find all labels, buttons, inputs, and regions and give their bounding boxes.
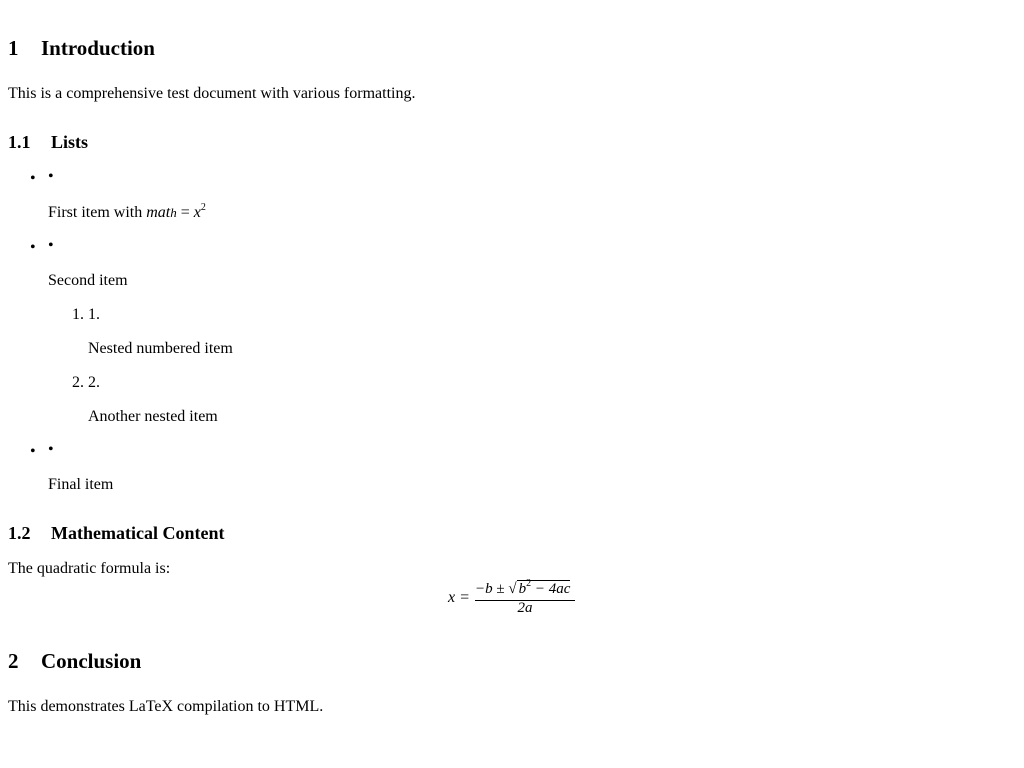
math-intro-paragraph: The quadratic formula is: — [8, 560, 171, 577]
list-item-text: First item with — [48, 204, 147, 221]
list-item-first: First item with math = x2 — [48, 202, 206, 222]
math-equals: = — [176, 204, 194, 221]
radicand-exp: 2 — [526, 578, 532, 589]
subsection-number: 1.1 — [8, 132, 31, 152]
formula-denominator: 2a — [517, 600, 533, 616]
formula-sqrt: √ b2 − 4ac — [508, 578, 571, 598]
bullet-outer: • — [30, 239, 36, 256]
intro-paragraph: This is a comprehensive test document wi… — [8, 85, 416, 102]
section-number: 1 — [8, 36, 19, 60]
bullet-outer: • — [30, 170, 36, 187]
formula-numerator: −b ± √ b2 − 4ac — [475, 578, 575, 598]
math-var: mat — [146, 204, 171, 221]
formula-minus-b: −b — [475, 581, 493, 597]
radicand-b: b — [518, 581, 527, 597]
subsection-title: Lists — [51, 132, 89, 152]
section-number: 2 — [8, 649, 19, 673]
nested-marker: 1. 1. — [72, 306, 100, 323]
section-title: Introduction — [41, 36, 155, 60]
math-x: x — [193, 204, 201, 221]
nested-item: Another nested item — [88, 408, 218, 425]
bullet-inner: • — [48, 168, 54, 185]
subsection-number: 1.2 — [8, 523, 31, 543]
bullet-inner: • — [48, 237, 54, 254]
radicand-4ac: − 4ac — [534, 581, 571, 597]
formula-lhs: x = — [448, 589, 470, 606]
conclusion-paragraph: This demonstrates LaTeX compilation to H… — [8, 698, 324, 715]
bullet-outer: • — [30, 443, 36, 460]
formula-pm: ± — [496, 581, 505, 597]
math-exponent: 2 — [200, 202, 206, 213]
section-heading-introduction: 1 Introduction — [8, 36, 155, 61]
quadratic-formula: x = −b ± √ b2 − 4ac 2a — [448, 578, 588, 620]
nested-item: Nested numbered item — [88, 340, 233, 357]
section-title: Conclusion — [41, 649, 142, 673]
subsection-heading-lists: 1.1 Lists — [8, 132, 88, 153]
list-item-second: Second item — [48, 272, 128, 289]
section-heading-conclusion: 2 Conclusion — [8, 649, 141, 674]
document-page: 1 Introduction This is a comprehensive te… — [0, 0, 1024, 768]
subsection-title: Mathematical Content — [51, 523, 225, 543]
radical-sign: √ — [508, 581, 517, 597]
radicand: b2 − 4ac — [516, 578, 571, 598]
bullet-inner: • — [48, 441, 54, 458]
list-item-final: Final item — [48, 476, 114, 493]
subsection-heading-math: 1.2 Mathematical Content — [8, 523, 224, 544]
nested-marker: 2. 2. — [72, 374, 100, 391]
